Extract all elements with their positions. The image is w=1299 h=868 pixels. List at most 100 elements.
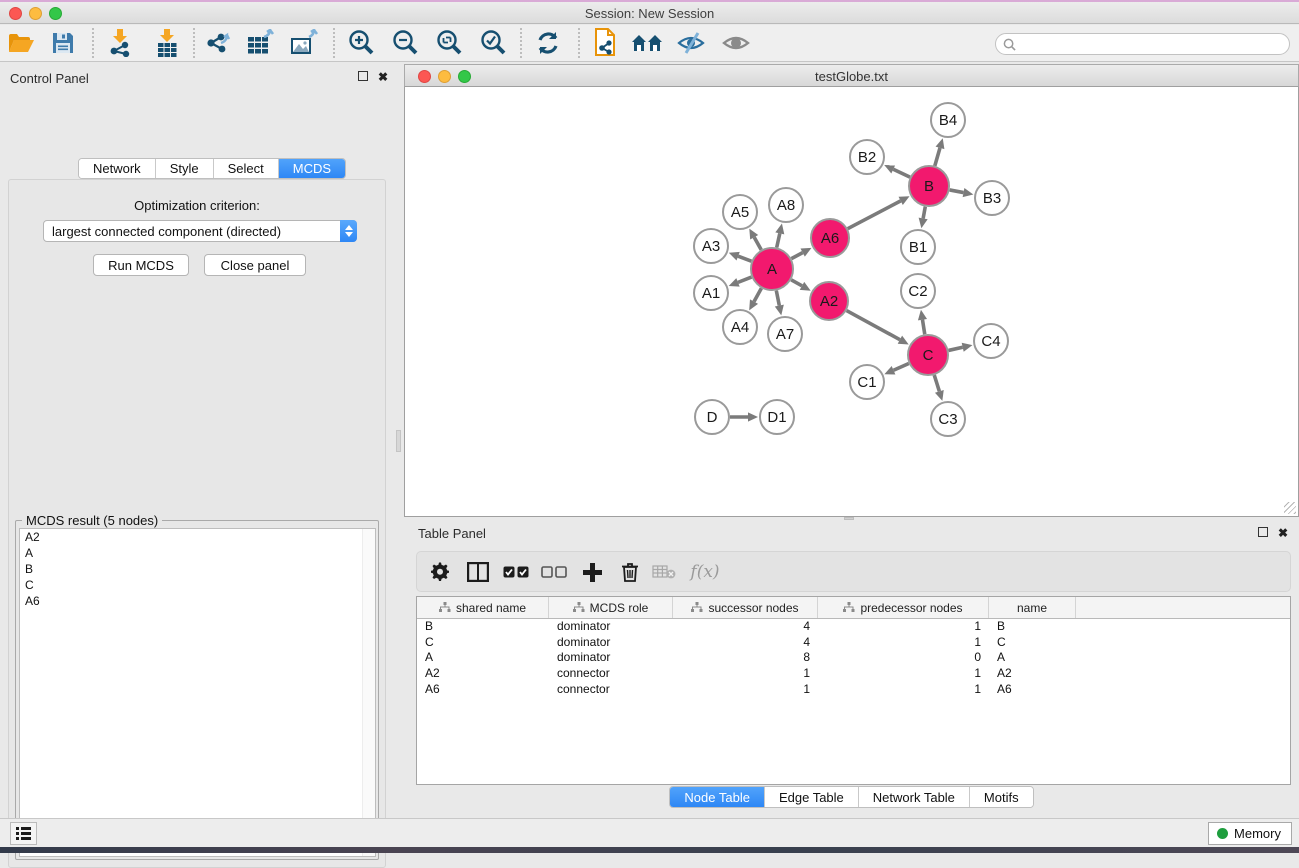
table-cell[interactable]: B (417, 619, 549, 635)
first-neighbors-icon[interactable] (631, 27, 665, 59)
float-panel-icon[interactable] (356, 70, 370, 84)
column-header-MCDS-role[interactable]: MCDS role (549, 597, 673, 618)
table-cell[interactable]: A6 (989, 682, 1076, 698)
delete-row-trash-icon[interactable] (615, 557, 645, 587)
table-cell[interactable]: 8 (673, 650, 818, 666)
add-row-icon[interactable] (577, 557, 607, 587)
graph-edge-C-C3[interactable] (934, 375, 939, 391)
network-canvas[interactable]: B4B2BB3A5A8A6A3B1AA1C2A2A4A7C4CC1C3DD1 (404, 87, 1299, 517)
tab-edge-table[interactable]: Edge Table (765, 787, 859, 807)
window-resize-grip[interactable] (1284, 502, 1296, 514)
tab-mcds[interactable]: MCDS (279, 159, 345, 178)
graph-edge-C-C4[interactable] (948, 347, 962, 350)
table-row[interactable]: Adominator80A (417, 650, 1290, 666)
column-header-shared-name[interactable]: shared name (417, 597, 549, 618)
open-file-icon[interactable] (4, 27, 38, 59)
table-cell[interactable]: dominator (549, 635, 673, 651)
insert-column-icon[interactable] (463, 557, 493, 587)
function-builder-fx-icon[interactable]: f(x) (685, 557, 725, 587)
table-row[interactable]: Cdominator41C (417, 635, 1290, 651)
hide-selected-eye-slash-icon[interactable] (674, 27, 708, 59)
table-cell[interactable]: 4 (673, 619, 818, 635)
zoom-selected-icon[interactable] (476, 27, 510, 59)
graph-edge-A2-C[interactable] (847, 311, 900, 340)
tab-motifs[interactable]: Motifs (970, 787, 1033, 807)
table-cell[interactable]: 1 (818, 682, 989, 698)
import-table-icon[interactable] (150, 27, 184, 59)
table-cell[interactable]: C (989, 635, 1076, 651)
table-cell[interactable]: 1 (818, 635, 989, 651)
table-cell[interactable]: dominator (549, 650, 673, 666)
table-cell[interactable]: A2 (417, 666, 549, 682)
tab-select[interactable]: Select (214, 159, 279, 178)
table-cell[interactable]: dominator (549, 619, 673, 635)
graph-edge-A-A6[interactable] (791, 253, 802, 259)
graph-edge-B-B1[interactable] (923, 207, 925, 219)
graph-edge-B-B4[interactable] (935, 148, 940, 166)
column-header-name[interactable]: name (989, 597, 1076, 618)
result-list-item[interactable]: A2 (20, 529, 375, 545)
graph-edge-A6-B[interactable] (848, 201, 901, 229)
network-graph[interactable]: B4B2BB3A5A8A6A3B1AA1C2A2A4A7C4CC1C3DD1 (405, 87, 1298, 515)
search-input[interactable] (1020, 37, 1289, 51)
table-cell[interactable]: A6 (417, 682, 549, 698)
node-table[interactable]: shared nameMCDS rolesuccessor nodesprede… (416, 596, 1291, 785)
graph-edge-A-A5[interactable] (754, 237, 761, 250)
table-close-panel-icon[interactable]: ✖ (1276, 526, 1290, 540)
table-cell[interactable]: connector (549, 666, 673, 682)
delete-table-icon[interactable] (649, 557, 679, 587)
export-table-icon[interactable] (244, 27, 278, 59)
column-header-successor-nodes[interactable]: successor nodes (673, 597, 818, 618)
graph-edge-B-B3[interactable] (950, 190, 964, 193)
table-cell[interactable]: A2 (989, 666, 1076, 682)
graph-edge-C-C2[interactable] (922, 320, 924, 335)
result-list-item[interactable]: C (20, 577, 375, 593)
graph-edge-C-C1[interactable] (894, 363, 909, 370)
zoom-fit-icon[interactable] (432, 27, 466, 59)
table-row[interactable]: A6connector11A6 (417, 682, 1290, 698)
tab-network[interactable]: Network (79, 159, 156, 178)
tab-node-table[interactable]: Node Table (670, 787, 765, 807)
export-network-icon[interactable] (202, 27, 236, 59)
table-cell[interactable]: 1 (673, 682, 818, 698)
table-cell[interactable]: 1 (818, 666, 989, 682)
graph-edge-A-A8[interactable] (777, 233, 780, 247)
import-network-icon[interactable] (103, 27, 137, 59)
tab-network-table[interactable]: Network Table (859, 787, 970, 807)
show-all-eye-icon[interactable] (719, 27, 753, 59)
graph-edge-A-A1[interactable] (738, 277, 752, 282)
table-cell[interactable]: connector (549, 682, 673, 698)
tab-style[interactable]: Style (156, 159, 214, 178)
network-window-titlebar[interactable]: testGlobe.txt (404, 64, 1299, 87)
graph-edge-A-A2[interactable] (791, 280, 802, 286)
table-cell[interactable]: 1 (673, 666, 818, 682)
select-all-checkboxes-icon[interactable] (501, 557, 531, 587)
task-history-button[interactable] (10, 822, 37, 845)
mcds-result-list[interactable]: A2ABCA6 (19, 528, 376, 857)
refresh-icon[interactable] (531, 27, 565, 59)
graph-edge-A-A7[interactable] (776, 291, 779, 306)
memory-button[interactable]: Memory (1208, 822, 1292, 845)
table-float-panel-icon[interactable] (1256, 526, 1270, 540)
zoom-in-icon[interactable] (344, 27, 378, 59)
zoom-out-icon[interactable] (388, 27, 422, 59)
close-panel-button[interactable]: Close panel (204, 254, 306, 276)
column-settings-gear-icon[interactable] (425, 557, 455, 587)
close-panel-icon[interactable]: ✖ (376, 70, 390, 84)
table-cell[interactable]: C (417, 635, 549, 651)
new-network-from-file-icon[interactable] (589, 27, 623, 59)
criterion-dropdown[interactable]: largest connected component (directed) (43, 220, 357, 242)
panel-split-divider[interactable] (394, 62, 404, 818)
graph-edge-A-A4[interactable] (754, 288, 761, 301)
table-cell[interactable]: A (417, 650, 549, 666)
result-list-item[interactable]: B (20, 561, 375, 577)
deselect-all-checkboxes-icon[interactable] (539, 557, 569, 587)
table-cell[interactable]: 1 (818, 619, 989, 635)
result-list-item[interactable]: A6 (20, 593, 375, 609)
save-session-icon[interactable] (46, 27, 80, 59)
graph-edge-B-B2[interactable] (893, 169, 910, 177)
result-list-scrollbar[interactable] (362, 529, 375, 856)
graph-edge-A-A3[interactable] (738, 256, 751, 261)
result-list-item[interactable]: A (20, 545, 375, 561)
table-row[interactable]: Bdominator41B (417, 619, 1290, 635)
